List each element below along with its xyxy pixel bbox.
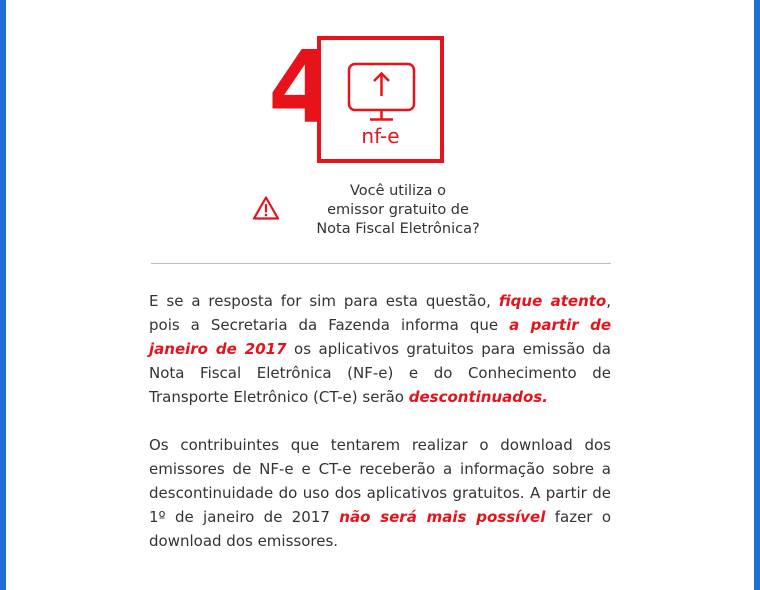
hero-graphic: 4 nf-e xyxy=(0,0,760,170)
question-line-2: emissor gratuito de xyxy=(327,202,469,218)
question-block: Você utiliza o emissor gratuito de Nota … xyxy=(252,180,512,242)
article-body: E se a resposta for sim para esta questã… xyxy=(149,289,611,553)
logo-label: nf-e xyxy=(361,124,400,148)
highlight-nao-sera-possivel: não será mais possível xyxy=(339,508,546,526)
paragraph-1: E se a resposta for sim para esta questã… xyxy=(149,289,611,409)
nfe-logo: nf-e xyxy=(317,36,444,163)
highlight-fique-atento: fique atento xyxy=(498,292,607,310)
highlight-descontinuados: descontinuados. xyxy=(408,388,548,406)
question-line-3: Nota Fiscal Eletrônica? xyxy=(316,221,480,237)
section-divider xyxy=(151,263,611,264)
question-text: Você utiliza o emissor gratuito de Nota … xyxy=(288,182,508,239)
warning-icon xyxy=(252,196,280,220)
paragraph-1-text-1: E se a resposta for sim para esta questã… xyxy=(149,292,499,310)
paragraph-2: Os contribuintes que tentarem realizar o… xyxy=(149,433,611,553)
question-line-1: Você utiliza o xyxy=(349,183,447,199)
